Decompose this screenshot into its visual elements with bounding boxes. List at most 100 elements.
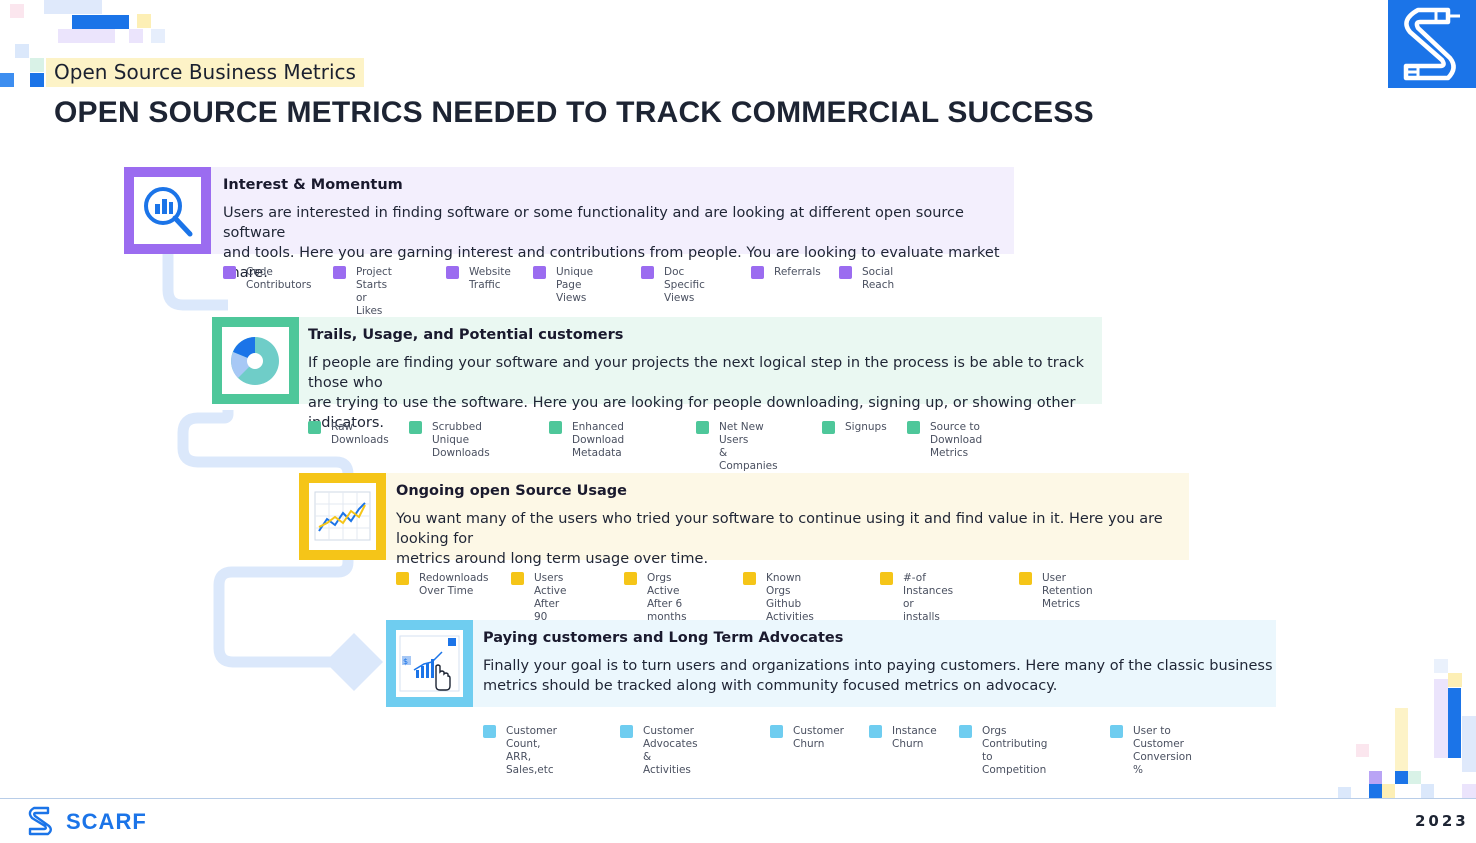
metric-bullet [751, 266, 764, 279]
metric-item: Enhanced Download Metadata [549, 421, 624, 460]
metric-label: Customer Count, ARR, Sales,etc [506, 725, 558, 776]
stage-icon-box [124, 167, 211, 254]
metric-item: Website Traffic [446, 266, 511, 292]
metric-bullet [333, 266, 346, 279]
stage-description-line: Finally your goal is to turn users and o… [483, 658, 1273, 674]
metric-bullet [624, 572, 637, 585]
dashboard-click-icon: $ [399, 635, 460, 692]
metric-bullet [907, 421, 920, 434]
magnifier-chart-icon [144, 187, 193, 237]
metric-label: Source to Download Metrics [930, 421, 983, 459]
donut-chart-icon [231, 337, 279, 385]
metric-bullet [483, 725, 496, 738]
metric-bullet [223, 266, 236, 279]
metric-bullet [446, 266, 459, 279]
metric-bullet [959, 725, 972, 738]
stage-icon-box: $ [386, 620, 473, 707]
metric-label: Raw Downloads [331, 421, 389, 446]
stage-title: Trails, Usage, and Potential customers [308, 327, 624, 343]
metric-item: Customer Count, ARR, Sales,etc [483, 725, 557, 777]
stage-icon-box [212, 317, 299, 404]
stage-title: Ongoing open Source Usage [396, 483, 628, 499]
metric-bullet [641, 266, 654, 279]
footer-year: 2023 [1415, 812, 1469, 830]
metric-item: Source to Download Metrics [907, 421, 982, 460]
footer-divider [0, 798, 1476, 799]
metric-label: Website Traffic [469, 266, 511, 291]
scarf-footer-logo-icon [28, 806, 52, 836]
metric-label: Net New Users & Companies [719, 421, 778, 472]
metric-item: Instance Churn [869, 725, 937, 751]
metric-label: Orgs Active After 6 months [647, 572, 687, 623]
metric-item: User to Customer Conversion % [1110, 725, 1192, 777]
metric-bullet [696, 421, 709, 434]
metric-bullet [839, 266, 852, 279]
metric-label: User to Customer Conversion % [1133, 725, 1192, 776]
metric-label: Social Reach [862, 266, 895, 291]
metric-item: Orgs Contributing to Competition [959, 725, 1047, 777]
stage-icon-inner [309, 483, 376, 550]
metric-bullet [770, 725, 783, 738]
stage-ongoing-usage: Ongoing open Source Usage You want many … [299, 473, 1189, 567]
metric-bullet [511, 572, 524, 585]
metric-bullet [396, 572, 409, 585]
metric-label: Enhanced Download Metadata [572, 421, 625, 459]
metric-label: Orgs Contributing to Competition [982, 725, 1048, 776]
stage-icon-inner [222, 327, 289, 394]
metric-item: Known Orgs Github Activities [743, 572, 814, 624]
metric-item: Redownloads Over Time [396, 572, 489, 598]
metric-item: Social Reach [839, 266, 894, 292]
stage-icon-box [299, 473, 386, 560]
stage-title: Paying customers and Long Term Advocates [483, 630, 844, 646]
metric-bullet [743, 572, 756, 585]
metric-item: User Retention Metrics [1019, 572, 1093, 611]
metric-label: Signups [845, 421, 887, 433]
stage-description-line: You want many of the users who tried you… [396, 511, 1163, 547]
stage-interest-momentum: Interest & Momentum Users are interested… [124, 167, 1014, 281]
stage-description-line: metrics around long term usage over time… [396, 551, 709, 567]
metric-label: Known Orgs Github Activities [766, 572, 814, 623]
metric-label: Code Contributors [246, 266, 312, 291]
metric-bullet [1019, 572, 1032, 585]
metric-bullet [822, 421, 835, 434]
metric-label: Customer Churn [793, 725, 845, 750]
stage-icon-inner [134, 177, 201, 244]
metric-bullet [409, 421, 422, 434]
metric-bullet [880, 572, 893, 585]
metric-item: Customer Advocates & Activities [620, 725, 698, 777]
stage-title: Interest & Momentum [223, 177, 403, 193]
metric-item: Orgs Active After 6 months [624, 572, 687, 624]
metric-item: Referrals [751, 266, 821, 279]
metric-label: Doc Specific Views [664, 266, 705, 304]
metric-label: Instance Churn [892, 725, 937, 750]
metric-bullet [1110, 725, 1123, 738]
metric-bullet [869, 725, 882, 738]
footer-brand: SCARF [66, 809, 147, 834]
metric-bullet [308, 421, 321, 434]
stage-description-line: Users are interested in finding software… [223, 205, 964, 241]
metric-item: Code Contributors [223, 266, 311, 292]
metric-bullet [533, 266, 546, 279]
metric-label: Customer Advocates & Activities [643, 725, 698, 776]
stage-trails-usage: Trails, Usage, and Potential customers I… [212, 317, 1102, 431]
metric-label: Referrals [774, 266, 821, 278]
stage-paying-customers: $ Paying customers and Long Term Advocat… [386, 620, 1276, 707]
stage-description-line: If people are finding your software and … [308, 355, 1084, 391]
stage-description: You want many of the users who tried you… [396, 509, 1189, 569]
metric-item: Doc Specific Views [641, 266, 705, 305]
metric-item: Scrubbed Unique Downloads [409, 421, 490, 460]
stage-description: Finally your goal is to turn users and o… [483, 656, 1273, 696]
line-chart-icon [314, 491, 371, 541]
metric-label: Unique Page Views [556, 266, 594, 304]
metric-bullet [620, 725, 633, 738]
metric-item: Signups [822, 421, 887, 434]
metric-item: Net New Users & Companies [696, 421, 778, 473]
metric-item: Unique Page Views [533, 266, 593, 305]
metric-bullet [549, 421, 562, 434]
stage-icon-inner: $ [396, 630, 463, 697]
svg-text:$: $ [403, 657, 408, 666]
metric-item: Customer Churn [770, 725, 844, 751]
metric-label: Scrubbed Unique Downloads [432, 421, 490, 459]
metric-item: Raw Downloads [308, 421, 389, 447]
metric-item: Project Starts or Likes [333, 266, 392, 318]
